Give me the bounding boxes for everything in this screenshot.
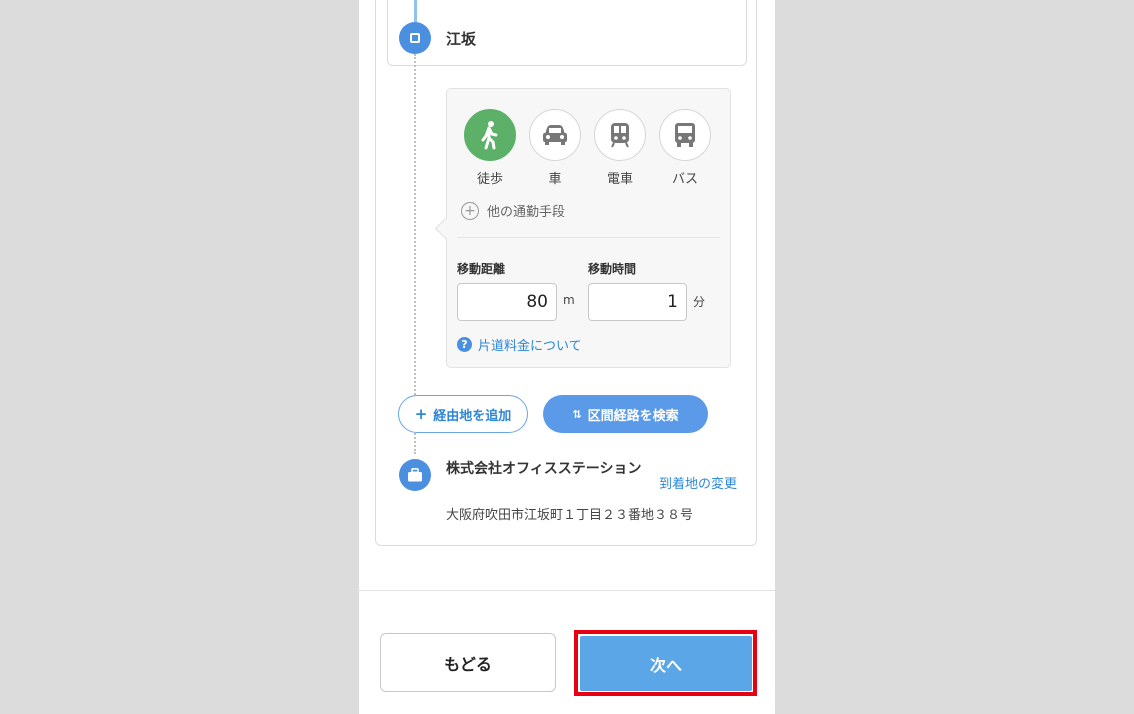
destination-address: 大阪府吹田市江坂町１丁目２３番地３８号 [446, 508, 694, 523]
add-waypoint-label: 経由地を追加 [433, 408, 512, 424]
next-button[interactable]: 次へ [580, 636, 752, 691]
briefcase-icon [399, 459, 431, 491]
divider [457, 237, 720, 238]
car-icon [529, 109, 581, 161]
back-button[interactable]: もどる [380, 633, 556, 692]
other-modes-link[interactable]: + 他の通勤手段 [461, 201, 565, 220]
plus-circle-icon: + [461, 201, 479, 220]
route-panel: 江坂 徒歩 車 電車 バス + 他の通勤手段 移動距離 80 m 移動時間 1 … [359, 0, 775, 714]
mode-walk-label: 徒歩 [476, 172, 503, 187]
origin-name: 江坂 [446, 30, 477, 48]
time-unit: 分 [693, 295, 706, 309]
transport-box: 徒歩 車 電車 バス + 他の通勤手段 移動距離 80 m 移動時間 1 分 ?… [434, 88, 731, 368]
mode-bus-label: バス [671, 172, 698, 187]
fare-help-label: 片道料金について [478, 339, 582, 354]
search-route-label: 区間経路を検索 [587, 408, 679, 424]
route-dotted-line [414, 54, 416, 454]
distance-unit: m [563, 293, 575, 307]
time-label: 移動時間 [588, 262, 637, 276]
train-icon [594, 109, 646, 161]
destination-name: 株式会社オフィスステーション [446, 461, 642, 477]
change-destination-link[interactable]: 到着地の変更 [659, 473, 737, 492]
mode-train-button[interactable]: 電車 [593, 109, 647, 187]
fare-help-link[interactable]: ? 片道料金について [457, 335, 582, 354]
distance-input[interactable]: 80 [457, 283, 557, 321]
origin-card [387, 0, 747, 66]
other-modes-label: 他の通勤手段 [487, 205, 566, 220]
swap-arrows-icon: ⇅ [572, 407, 582, 421]
add-waypoint-button[interactable]: + 経由地を追加 [398, 395, 528, 433]
footer-divider [359, 590, 775, 591]
time-input[interactable]: 1 [588, 283, 687, 321]
mode-bus-button[interactable]: バス [658, 109, 712, 187]
question-icon: ? [457, 337, 472, 352]
mode-car-label: 車 [548, 172, 562, 187]
stop-square-icon [399, 22, 431, 54]
bus-icon [659, 109, 711, 161]
mode-car-button[interactable]: 車 [528, 109, 582, 187]
route-line [414, 0, 417, 22]
search-route-button[interactable]: ⇅ 区間経路を検索 [543, 395, 708, 433]
walk-icon [464, 109, 516, 161]
mode-walk-button[interactable]: 徒歩 [463, 109, 517, 187]
plus-icon: + [414, 405, 428, 423]
mode-train-label: 電車 [606, 172, 633, 187]
distance-label: 移動距離 [457, 262, 506, 276]
